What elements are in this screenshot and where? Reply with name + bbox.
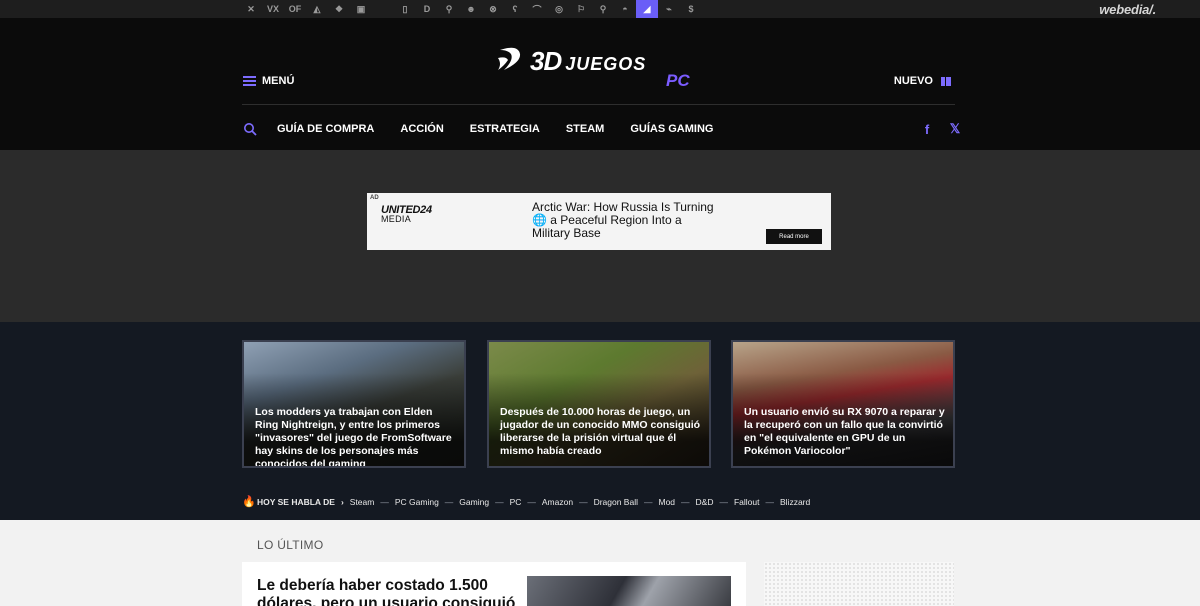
- nav-accion[interactable]: ACCIÓN: [400, 122, 443, 136]
- car-icon[interactable]: ◭: [306, 0, 328, 18]
- flag-icon[interactable]: ⚐: [570, 0, 592, 18]
- runner-icon[interactable]: ⚲: [438, 0, 460, 18]
- site-logo[interactable]: 3D JUEGOS PC: [496, 44, 706, 90]
- trending-tag[interactable]: D&D: [696, 497, 714, 507]
- playstation-icon[interactable]: ◓: [614, 0, 636, 18]
- chevron-right-icon: ›: [340, 497, 344, 507]
- ad-tag: AD: [370, 195, 379, 201]
- x-twitter-icon[interactable]: 𝕏: [946, 121, 964, 137]
- main-nav: GUÍA DE COMPRA ACCIÓN ESTRATEGIA STEAM G…: [277, 122, 713, 136]
- featured-title: Después de 10.000 horas de juego, un jug…: [500, 406, 701, 457]
- tag-separator: —: [719, 497, 728, 507]
- ad-headline: Arctic War: How Russia Is Turning 🌐 a Pe…: [532, 200, 714, 240]
- trending-bar: 🔥 HOY SE HABLA DE › Steam — PC Gaming — Gami…: [242, 496, 810, 508]
- tag-separator: —: [380, 497, 389, 507]
- network-icons: ✕ VX OF ◭ ❖ ▣ ▯ D ⚲ ☻ ⊗ ʕ ⌒ ◎ ⚐ ⚲ ◓ ◢ ⌁ $: [240, 0, 702, 18]
- featured-title: Los modders ya trabajan con Elden Ring N…: [255, 406, 452, 468]
- ad-brand-sub: MEDIA: [381, 214, 412, 224]
- flame-icon: 🔥: [242, 496, 256, 508]
- question-icon[interactable]: ʕ: [504, 0, 526, 18]
- menu-button[interactable]: MENÚ: [243, 75, 294, 87]
- leaf-icon[interactable]: ⌒: [526, 0, 548, 18]
- brand-icon[interactable]: ❖: [328, 0, 350, 18]
- d-icon[interactable]: D: [416, 0, 438, 18]
- nav-guia-de-compra[interactable]: GUÍA DE COMPRA: [277, 122, 374, 136]
- featured-card[interactable]: Los modders ya trabajan con Elden Ring N…: [242, 340, 466, 468]
- gamepad-icon[interactable]: ◢: [636, 0, 658, 18]
- latest-article-card[interactable]: Le debería haber costado 1.500 dólares, …: [242, 562, 746, 606]
- social-links: f 𝕏: [918, 121, 964, 137]
- logo-swoosh-icon: [498, 47, 521, 70]
- ad-read-more-button[interactable]: Read more: [766, 229, 822, 244]
- featured-card[interactable]: Después de 10.000 horas de juego, un jug…: [487, 340, 711, 468]
- hamburger-icon: [243, 76, 256, 86]
- trending-tag[interactable]: Steam: [350, 497, 375, 507]
- dollar-icon[interactable]: $: [680, 0, 702, 18]
- trending-label: HOY SE HABLA DE: [257, 497, 335, 507]
- header-divider: [242, 104, 955, 105]
- nav-steam[interactable]: STEAM: [566, 122, 605, 136]
- book-icon: [941, 76, 951, 86]
- featured-title: Un usuario envió su RX 9070 a reparar y …: [744, 406, 945, 457]
- latest-article-thumbnail[interactable]: [527, 576, 731, 606]
- apple-icon[interactable]: [372, 0, 394, 18]
- ad-band: AD UNITED24 MEDIA Arctic War: How Russia…: [0, 150, 1200, 322]
- site-header: MENÚ 3D JUEGOS PC NUEVO GUÍA DE COMPRA AC…: [0, 18, 1200, 150]
- trending-tag[interactable]: PC: [510, 497, 522, 507]
- logo-pc: PC: [666, 71, 690, 90]
- trending-tag[interactable]: Gaming: [459, 497, 489, 507]
- trending-tag[interactable]: Blizzard: [780, 497, 810, 507]
- logo-3d: 3D: [530, 46, 562, 76]
- logo-juegos: JUEGOS: [565, 54, 647, 74]
- latest-article-title[interactable]: Le debería haber costado 1.500 dólares, …: [257, 577, 522, 606]
- nuevo-label: NUEVO: [893, 75, 933, 87]
- side-ad-placeholder: [764, 562, 954, 606]
- nav-estrategia[interactable]: ESTRATEGIA: [470, 122, 540, 136]
- featured-section: Los modders ya trabajan con Elden Ring N…: [0, 322, 1200, 520]
- of-icon[interactable]: OF: [284, 0, 306, 18]
- steering-icon[interactable]: ⌁: [658, 0, 680, 18]
- briefcase-icon[interactable]: ▣: [350, 0, 372, 18]
- tag-separator: —: [643, 497, 653, 507]
- tag-separator: —: [495, 497, 504, 507]
- trending-tag[interactable]: PC Gaming: [395, 497, 439, 507]
- pin-icon[interactable]: ⚲: [592, 0, 614, 18]
- tag-separator: —: [681, 497, 690, 507]
- tag-separator: —: [444, 497, 454, 507]
- nav-guias-gaming[interactable]: GUÍAS GAMING: [630, 122, 713, 136]
- webedia-logo[interactable]: webedia/.: [1099, 2, 1156, 17]
- trending-tag[interactable]: Amazon: [542, 497, 573, 507]
- latest-section: LO ÚLTIMO Le debería haber costado 1.500…: [0, 520, 1200, 606]
- nuevo-button[interactable]: NUEVO: [894, 75, 951, 87]
- tools-icon[interactable]: ✕: [240, 0, 262, 18]
- featured-card[interactable]: Un usuario envió su RX 9070 a reparar y …: [731, 340, 955, 468]
- facebook-icon[interactable]: f: [918, 121, 936, 137]
- network-bar: ✕ VX OF ◭ ❖ ▣ ▯ D ⚲ ☻ ⊗ ʕ ⌒ ◎ ⚐ ⚲ ◓ ◢ ⌁ $ webedia/.: [0, 0, 1200, 18]
- menu-label: MENÚ: [262, 75, 295, 87]
- tag-separator: —: [765, 497, 775, 507]
- tag-separator: —: [579, 497, 588, 507]
- android-icon[interactable]: ☻: [460, 0, 482, 18]
- trending-tag[interactable]: Dragon Ball: [594, 497, 638, 507]
- trending-tag[interactable]: Mod: [658, 497, 675, 507]
- trending-tag[interactable]: Fallout: [734, 497, 760, 507]
- latest-section-title: LO ÚLTIMO: [257, 538, 324, 552]
- search-icon[interactable]: [243, 122, 257, 136]
- vx-icon[interactable]: VX: [262, 0, 284, 18]
- phone-icon[interactable]: ▯: [394, 0, 416, 18]
- ad-banner[interactable]: AD UNITED24 MEDIA Arctic War: How Russia…: [367, 193, 831, 250]
- tag-separator: —: [527, 497, 536, 507]
- xbox-icon[interactable]: ⊗: [482, 0, 504, 18]
- compass-icon[interactable]: ◎: [548, 0, 570, 18]
